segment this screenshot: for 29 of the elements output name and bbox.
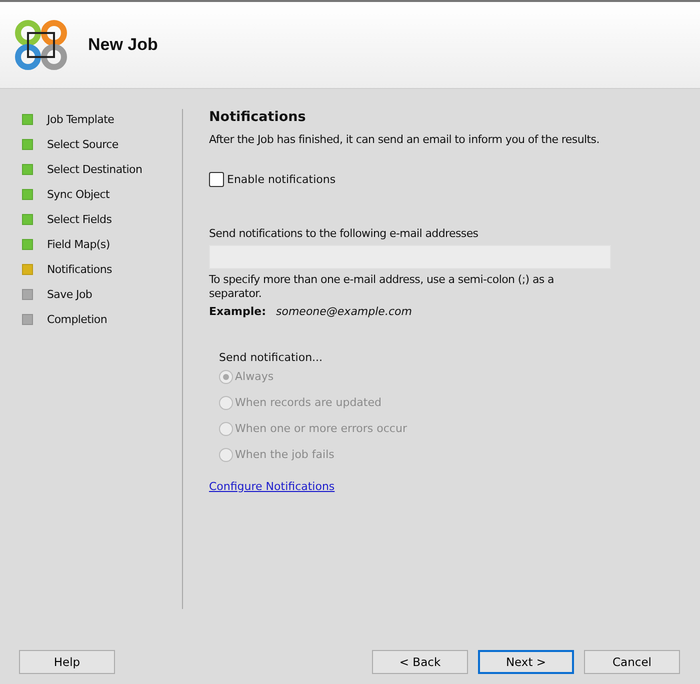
- step-label: Save Job: [47, 288, 92, 301]
- enable-checkbox[interactable]: [209, 172, 224, 187]
- radio-label: When the job fails: [235, 448, 334, 462]
- hint-text: To specify more than one e-mail address, use a semi-colon (;) as a separator.: [209, 273, 555, 302]
- example-value: someone@example.com: [276, 304, 412, 318]
- step-label: Sync Object: [47, 188, 110, 201]
- logo-icon: [14, 20, 68, 70]
- configure-link[interactable]: Configure Notifications: [209, 480, 335, 493]
- email-label: Send notifications to the following e-mail addresses: [209, 227, 480, 240]
- radio-label: When records are updated: [235, 396, 382, 410]
- checkbox-label: Enable notifications: [227, 173, 336, 186]
- section-heading: Notifications: [209, 109, 307, 125]
- wizard-title: New Job: [88, 35, 158, 55]
- step-label: Select Destination: [47, 163, 142, 176]
- next-button[interactable]: Next >: [478, 650, 574, 674]
- send-label: Send notification...: [219, 350, 324, 364]
- step-label: Completion: [47, 313, 108, 326]
- step-label: Select Fields: [47, 213, 112, 226]
- step-label: Job Template: [47, 113, 114, 126]
- step-label: Field Map(s): [47, 238, 110, 251]
- cancel-button[interactable]: Cancel: [584, 650, 680, 674]
- back-button[interactable]: < Back: [372, 650, 468, 674]
- intro-text: After the Job has finished, it can send an email to inform you of the results.: [209, 133, 600, 146]
- step-label: Notifications: [47, 263, 112, 276]
- radio-label: When one or more errors occur: [235, 422, 407, 436]
- example-label: Example:: [209, 304, 266, 318]
- radio-label: Always: [235, 370, 274, 384]
- help-button[interactable]: Help: [19, 650, 115, 674]
- step-label: Select Source: [47, 138, 118, 151]
